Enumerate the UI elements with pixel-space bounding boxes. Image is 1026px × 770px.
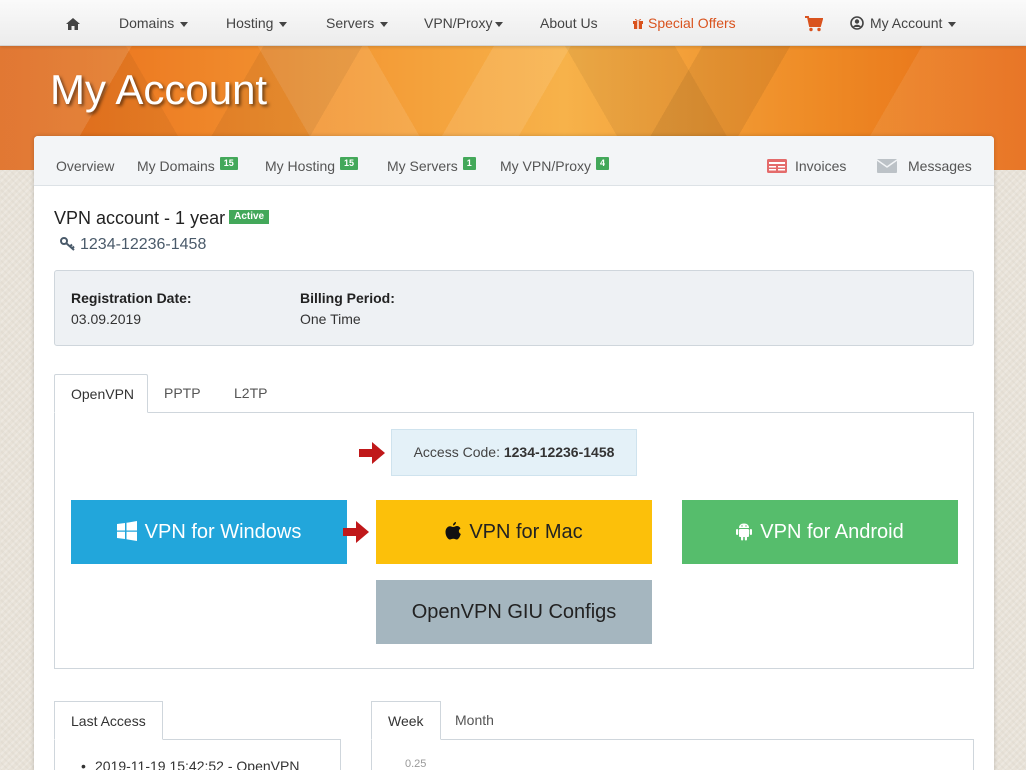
subnav-label: My Hosting <box>265 158 336 174</box>
tab-last-access[interactable]: Last Access <box>54 701 163 740</box>
subnav-messages[interactable]: Messages <box>876 136 972 186</box>
account-id: 1234-12236-1458 <box>60 236 206 254</box>
arrow-right-icon <box>343 521 369 543</box>
registration-date-value: 03.09.2019 <box>71 311 142 327</box>
tab-week[interactable]: Week <box>371 701 441 740</box>
count-badge: 15 <box>340 157 359 170</box>
nav-vpn-label: VPN/Proxy <box>424 15 493 31</box>
subnav-my-servers[interactable]: My Servers 1 <box>387 136 476 186</box>
vpn-mac-button[interactable]: VPN for Mac <box>376 500 652 564</box>
windows-icon <box>116 521 137 541</box>
subnav-my-hosting[interactable]: My Hosting 15 <box>265 136 359 186</box>
account-id-value: 1234-12236-1458 <box>80 236 207 253</box>
usage-chart-panel: 0.25 <box>371 739 974 770</box>
nav-hosting[interactable]: Hosting <box>226 0 288 46</box>
subnav-label: My VPN/Proxy <box>500 158 592 174</box>
subnav-my-vpn-proxy[interactable]: My VPN/Proxy 4 <box>500 136 610 186</box>
invoices-label: Invoices <box>795 158 847 174</box>
chevron-down-icon <box>948 21 957 27</box>
vpn-android-button[interactable]: VPN for Android <box>682 500 958 564</box>
tab-l2tp[interactable]: L2TP <box>218 374 283 413</box>
billing-period-value: One Time <box>300 311 361 327</box>
home-link[interactable] <box>66 0 80 46</box>
nav-servers-label: Servers <box>326 15 375 31</box>
billing-period-label: Billing Period: <box>300 290 395 306</box>
count-badge: 15 <box>219 157 238 170</box>
account-info-box: Registration Date: 03.09.2019 Billing Pe… <box>54 270 974 346</box>
registration-date-label: Registration Date: <box>71 290 192 306</box>
subnav-label: My Domains <box>137 158 215 174</box>
envelope-icon <box>876 159 898 173</box>
nav-special-label: Special Offers <box>648 15 736 31</box>
nav-about-us[interactable]: About Us <box>540 0 598 46</box>
list-item: 2019-11-19 15:42:52 - OpenVPN <box>81 758 299 770</box>
gift-icon <box>633 18 643 29</box>
account-card: Overview My Domains 15 My Hosting 15 My Se… <box>34 136 994 770</box>
chevron-down-icon <box>380 21 389 27</box>
account-heading: VPN account - 1 year Active <box>54 208 270 229</box>
chevron-down-icon <box>180 21 189 27</box>
apple-icon <box>445 522 462 540</box>
subnav-label: My Servers <box>387 158 458 174</box>
tab-openvpn[interactable]: OpenVPN <box>54 374 148 413</box>
tab-pptp[interactable]: PPTP <box>148 374 217 413</box>
account-subnav: Overview My Domains 15 My Hosting 15 My Se… <box>34 136 994 186</box>
cart-icon <box>805 16 823 32</box>
vpn-windows-button[interactable]: VPN for Windows <box>71 500 347 564</box>
cart-button[interactable] <box>805 0 823 46</box>
last-access-panel: 2019-11-19 15:42:52 - OpenVPN <box>54 739 341 770</box>
openvpn-panel: Access Code: 1234-12236-1458 VPN for Win… <box>54 412 974 669</box>
access-code-value: 1234-12236-1458 <box>503 444 615 460</box>
key-icon <box>60 237 75 251</box>
count-badge: 4 <box>596 157 610 170</box>
nav-domains-label: Domains <box>119 15 175 31</box>
user-circle-icon <box>850 16 864 30</box>
count-badge: 1 <box>462 157 476 170</box>
tab-month[interactable]: Month <box>439 701 510 740</box>
page-title: My Account <box>50 66 268 113</box>
vpn-windows-label: VPN for Windows <box>144 521 302 543</box>
status-badge: Active <box>229 210 270 224</box>
nav-special-offers[interactable]: Special Offers <box>632 0 736 46</box>
android-icon <box>736 523 753 541</box>
nav-my-account[interactable]: My Account <box>850 0 957 46</box>
subnav-my-domains[interactable]: My Domains 15 <box>137 136 238 186</box>
vpn-android-label: VPN for Android <box>760 521 904 543</box>
vpn-mac-label: VPN for Mac <box>469 521 583 543</box>
nav-hosting-label: Hosting <box>226 15 274 31</box>
home-icon <box>66 18 80 31</box>
chart-y-tick: 0.25 <box>405 758 427 770</box>
access-code-box: Access Code: 1234-12236-1458 <box>391 429 637 476</box>
chevron-down-icon <box>495 21 504 27</box>
account-title: VPN account - 1 year <box>54 208 226 228</box>
access-code-label: Access Code: <box>413 444 504 460</box>
nav-vpn-proxy[interactable]: VPN/Proxy <box>424 0 504 46</box>
subnav-overview[interactable]: Overview <box>56 136 114 186</box>
openvpn-configs-button[interactable]: OpenVPN GIU Configs <box>376 580 652 644</box>
chevron-down-icon <box>279 21 288 27</box>
arrow-right-icon <box>359 442 385 464</box>
top-navbar: Domains Hosting Servers VPN/Proxy About … <box>0 0 1026 46</box>
subnav-invoices[interactable]: Invoices <box>767 136 846 186</box>
invoice-icon <box>767 159 787 173</box>
nav-domains[interactable]: Domains <box>119 0 189 46</box>
nav-servers[interactable]: Servers <box>326 0 389 46</box>
nav-account-label: My Account <box>870 15 943 31</box>
messages-label: Messages <box>908 158 972 174</box>
